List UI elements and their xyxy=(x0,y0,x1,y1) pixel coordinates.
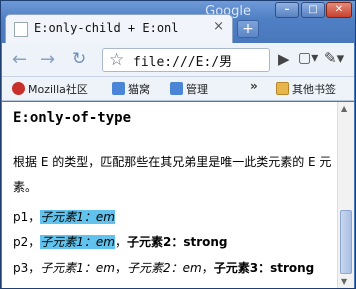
bookmark-item[interactable]: Mozilla社区 xyxy=(12,81,88,97)
scrollbar-thumb[interactable] xyxy=(340,210,352,274)
close-window-button[interactable]: ✕ xyxy=(326,2,352,18)
back-button[interactable]: ← xyxy=(12,49,27,70)
description-text: 根据 E 的类型，匹配那些在其兄弟里是唯一此类元素的 E 元素。 xyxy=(13,155,332,194)
em-element: 子元素1：em xyxy=(40,261,115,275)
new-tab-button[interactable]: + xyxy=(237,20,259,38)
line-prefix: p3， xyxy=(13,261,41,275)
strong-element: 子元素2：strong xyxy=(127,235,228,249)
line-prefix: p2， xyxy=(13,235,41,249)
star-icon[interactable]: ☆ xyxy=(109,50,124,70)
forward-button[interactable]: → xyxy=(40,49,55,70)
example-line: p2，子元素1：em，子元素2：strong xyxy=(13,233,228,250)
other-bookmarks[interactable]: 其他书签 xyxy=(276,81,336,97)
folder-icon xyxy=(276,82,289,95)
reload-button[interactable]: ↻ xyxy=(72,49,86,69)
page-title: E:only-of-type xyxy=(13,110,132,126)
example-line: p3，子元素1：em，子元素2：em，子元素3：strong xyxy=(13,259,314,276)
bookmark-item[interactable]: 猫窝 xyxy=(112,81,150,97)
tab-active[interactable]: E:only-child + E:onl × xyxy=(5,14,233,43)
bookmark-item[interactable]: 管理 xyxy=(170,81,208,97)
title-bar: Google – □ ✕ E:only-child + E:onl × + xyxy=(1,1,355,43)
bookmarks-bar: Mozilla社区 猫窝 管理 » 其他书签 xyxy=(2,77,354,101)
strong-element: 子元素3：strong xyxy=(213,261,315,275)
page-content: E:only-of-type 根据 E 的类型，匹配那些在其兄弟里是唯一此类元素… xyxy=(2,102,337,288)
toolbar: ← → ↻ ☆ ▶ ▢▾ ✎▾ xyxy=(2,43,354,77)
page-menu-icon[interactable]: ▢▾ xyxy=(298,50,318,66)
go-button[interactable]: ▶ xyxy=(278,50,290,68)
tab-close-icon[interactable]: × xyxy=(213,19,224,34)
mozilla-icon xyxy=(12,82,25,95)
maximize-button[interactable]: □ xyxy=(301,2,325,18)
bookmark-icon xyxy=(112,82,125,95)
page-icon xyxy=(14,22,28,37)
scroll-up-icon[interactable]: ▲ xyxy=(341,104,347,113)
line-prefix: p1， xyxy=(13,210,41,224)
em-element-highlighted: 子元素1：em xyxy=(40,235,115,249)
wrench-icon[interactable]: ✎▾ xyxy=(324,49,344,67)
bookmarks-more-icon[interactable]: » xyxy=(250,79,258,93)
tab-title: E:only-child + E:onl xyxy=(34,21,179,35)
separator-text: ， xyxy=(114,261,127,275)
example-line: p1，子元素1：em xyxy=(13,208,115,225)
separator-text: ， xyxy=(201,261,214,275)
address-bar[interactable]: ☆ xyxy=(102,48,270,72)
vertical-scrollbar[interactable]: ▲ ▼ xyxy=(337,102,354,288)
em-element: 子元素2：em xyxy=(127,261,202,275)
browser-window: Google – □ ✕ E:only-child + E:onl × + ← … xyxy=(0,0,356,289)
address-input[interactable] xyxy=(133,52,267,69)
bookmark-icon xyxy=(170,82,183,95)
minimize-button[interactable]: – xyxy=(275,2,299,18)
em-element-highlighted: 子元素1：em xyxy=(40,210,115,224)
separator-text: ， xyxy=(114,235,127,249)
scroll-down-icon[interactable]: ▼ xyxy=(341,277,347,286)
